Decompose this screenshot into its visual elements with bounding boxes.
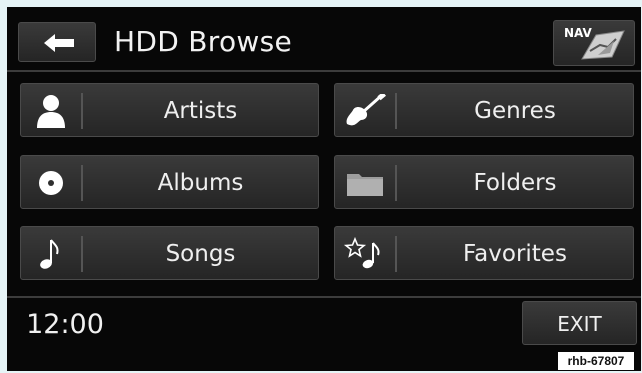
guitar-icon [346,94,386,126]
exit-label: EXIT [557,312,602,336]
genres-label: Genres [474,98,556,124]
star-note-icon [343,237,380,269]
bottom-divider [7,296,641,298]
exit-button[interactable]: EXIT [522,301,637,345]
person-icon [37,95,65,128]
songs-label: Songs [165,241,236,267]
head-unit-screen: HDD Browse NAV Artists Genres Albums Fol… [7,7,641,371]
nav-label: NAV [564,26,592,40]
music-note-icon [40,239,59,269]
folders-label: Folders [473,170,557,196]
folder-icon [347,174,383,196]
disc-icon [39,171,63,195]
favorites-button[interactable]: Favorites [334,226,634,280]
folders-button[interactable]: Folders [334,155,634,209]
nav-button[interactable]: NAV [553,20,635,66]
albums-label: Albums [157,170,244,196]
favorites-label: Favorites [463,241,567,267]
title-bar: HDD Browse NAV [7,7,641,69]
artists-label: Artists [163,98,238,124]
title-divider [7,70,641,72]
page-title: HDD Browse [114,25,293,58]
artists-button[interactable]: Artists [20,83,319,137]
back-arrow-icon [44,34,74,52]
clock[interactable]: 12:00 [12,303,118,347]
songs-button[interactable]: Songs [20,226,319,280]
image-code-tag: rhb-67807 [558,352,634,370]
genres-button[interactable]: Genres [334,83,634,137]
back-button[interactable] [18,22,96,62]
albums-button[interactable]: Albums [20,155,319,209]
